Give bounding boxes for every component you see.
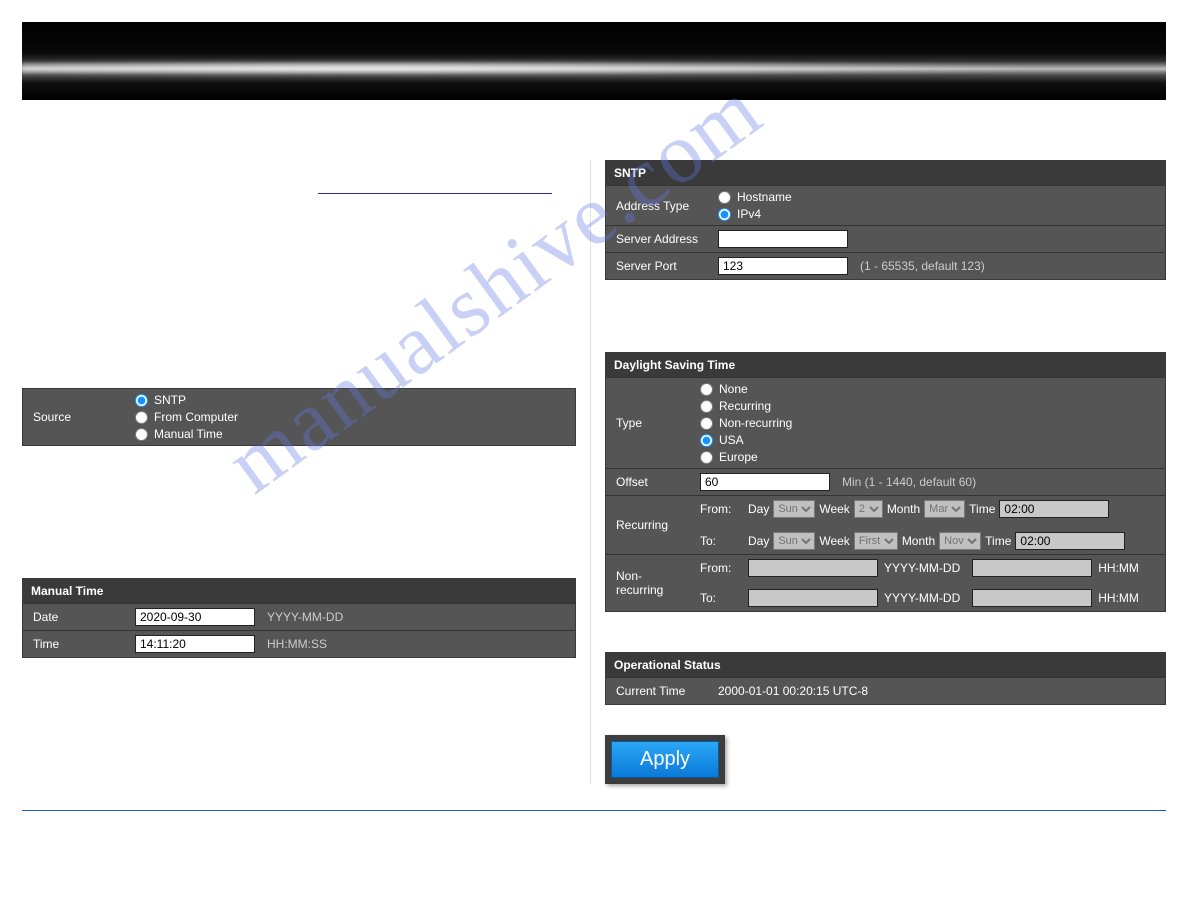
dst-type-recurring[interactable]: Recurring xyxy=(700,399,792,413)
dst-type-recurring-label: Recurring xyxy=(719,399,771,413)
source-radio-sntp[interactable] xyxy=(135,394,148,407)
nrec-time-hint-1: HH:MM xyxy=(1098,561,1139,575)
rec-day-label-2: Day xyxy=(748,534,769,548)
dst-nonrecurring-label: Non-recurring xyxy=(606,555,692,611)
rec-time-label: Time xyxy=(969,502,995,516)
manual-time-hint: HH:MM:SS xyxy=(261,637,327,651)
dst-radio-usa[interactable] xyxy=(700,434,713,447)
nrec-from-prefix: From: xyxy=(700,561,742,575)
manual-date-hint: YYYY-MM-DD xyxy=(261,610,343,624)
source-option-manual[interactable]: Manual Time xyxy=(135,427,238,441)
column-separator xyxy=(590,160,591,784)
dst-offset-input[interactable] xyxy=(700,473,830,491)
rec-from-week-select[interactable]: 2 xyxy=(854,500,883,518)
rec-day-label: Day xyxy=(748,502,769,516)
sntp-server-port-input[interactable] xyxy=(718,257,848,275)
rec-week-label: Week xyxy=(819,502,849,516)
rec-month-label: Month xyxy=(887,502,920,516)
rec-to-day-select[interactable]: Sun xyxy=(773,532,815,550)
manual-date-input[interactable] xyxy=(135,608,255,626)
addr-type-radio-ipv4[interactable] xyxy=(718,208,731,221)
rec-from-time-input[interactable] xyxy=(999,500,1109,518)
rec-to-time-input[interactable] xyxy=(1015,532,1125,550)
source-option-from-computer-label: From Computer xyxy=(154,410,238,424)
current-time-label: Current Time xyxy=(606,678,710,704)
dst-type-nonrecurring[interactable]: Non-recurring xyxy=(700,416,792,430)
addr-type-hostname-label: Hostname xyxy=(737,190,792,204)
nrec-from-time-input[interactable] xyxy=(972,559,1092,577)
source-label: Source xyxy=(23,389,127,445)
nrec-date-hint-2: YYYY-MM-DD xyxy=(884,591,960,605)
rec-week-label-2: Week xyxy=(819,534,849,548)
dst-header: Daylight Saving Time xyxy=(606,353,1165,377)
nrec-from-date-input[interactable] xyxy=(748,559,878,577)
dst-radio-europe[interactable] xyxy=(700,451,713,464)
dst-type-none[interactable]: None xyxy=(700,382,792,396)
sntp-panel: SNTP Address Type Hostname IPv4 xyxy=(605,160,1166,280)
source-panel: Source SNTP From Computer Ma xyxy=(22,388,576,446)
sntp-server-port-hint: (1 - 65535, default 123) xyxy=(854,259,985,273)
dst-offset-label: Offset xyxy=(606,469,692,495)
dst-type-europe-label: Europe xyxy=(719,450,758,464)
top-link-underline xyxy=(318,178,552,194)
addr-type-hostname[interactable]: Hostname xyxy=(718,190,792,204)
manual-time-header: Manual Time xyxy=(23,579,575,603)
dst-type-none-label: None xyxy=(719,382,748,396)
rec-to-prefix: To: xyxy=(700,534,744,548)
rec-from-prefix: From: xyxy=(700,502,744,516)
source-option-from-computer[interactable]: From Computer xyxy=(135,410,238,424)
apply-button[interactable]: Apply xyxy=(605,735,725,784)
nrec-to-prefix: To: xyxy=(700,591,742,605)
sntp-addr-type-label: Address Type xyxy=(606,186,710,225)
rec-from-day-select[interactable]: Sun xyxy=(773,500,815,518)
bottom-separator xyxy=(22,810,1166,811)
apply-button-label: Apply xyxy=(611,741,719,778)
source-radio-from-computer[interactable] xyxy=(135,411,148,424)
rec-month-label-2: Month xyxy=(902,534,935,548)
dst-type-nonrecurring-label: Non-recurring xyxy=(719,416,792,430)
sntp-server-address-label: Server Address xyxy=(606,226,710,252)
nrec-to-time-input[interactable] xyxy=(972,589,1092,607)
manual-time-label: Time xyxy=(23,631,127,657)
source-option-sntp-label: SNTP xyxy=(154,393,186,407)
addr-type-ipv4[interactable]: IPv4 xyxy=(718,207,792,221)
dst-radio-none[interactable] xyxy=(700,383,713,396)
manual-date-label: Date xyxy=(23,604,127,630)
addr-type-ipv4-label: IPv4 xyxy=(737,207,761,221)
manual-time-input[interactable] xyxy=(135,635,255,653)
dst-recurring-label: Recurring xyxy=(606,496,692,554)
sntp-header: SNTP xyxy=(606,161,1165,185)
operational-status-header: Operational Status xyxy=(606,653,1165,677)
nrec-to-date-input[interactable] xyxy=(748,589,878,607)
rec-from-month-select[interactable]: Mar xyxy=(924,500,965,518)
nrec-date-hint-1: YYYY-MM-DD xyxy=(884,561,960,575)
manual-time-panel: Manual Time Date YYYY-MM-DD Time HH:MM:S… xyxy=(22,578,576,658)
source-option-manual-label: Manual Time xyxy=(154,427,223,441)
addr-type-radio-hostname[interactable] xyxy=(718,191,731,204)
current-time-value: 2000-01-01 00:20:15 UTC-8 xyxy=(718,684,868,698)
sntp-server-port-label: Server Port xyxy=(606,253,710,279)
rec-to-week-select[interactable]: First xyxy=(854,532,898,550)
nrec-time-hint-2: HH:MM xyxy=(1098,591,1139,605)
dst-panel: Daylight Saving Time Type None Recurring… xyxy=(605,352,1166,612)
rec-time-label-2: Time xyxy=(985,534,1011,548)
dst-type-europe[interactable]: Europe xyxy=(700,450,792,464)
dst-type-usa[interactable]: USA xyxy=(700,433,792,447)
dst-type-label: Type xyxy=(606,378,692,468)
source-radio-manual[interactable] xyxy=(135,428,148,441)
dst-offset-hint: Min (1 - 1440, default 60) xyxy=(836,475,976,489)
operational-status-panel: Operational Status Current Time 2000-01-… xyxy=(605,652,1166,705)
header-banner xyxy=(22,22,1166,100)
source-option-sntp[interactable]: SNTP xyxy=(135,393,238,407)
dst-radio-nonrecurring[interactable] xyxy=(700,417,713,430)
rec-to-month-select[interactable]: Nov xyxy=(939,532,981,550)
dst-type-usa-label: USA xyxy=(719,433,744,447)
dst-radio-recurring[interactable] xyxy=(700,400,713,413)
sntp-server-address-input[interactable] xyxy=(718,230,848,248)
